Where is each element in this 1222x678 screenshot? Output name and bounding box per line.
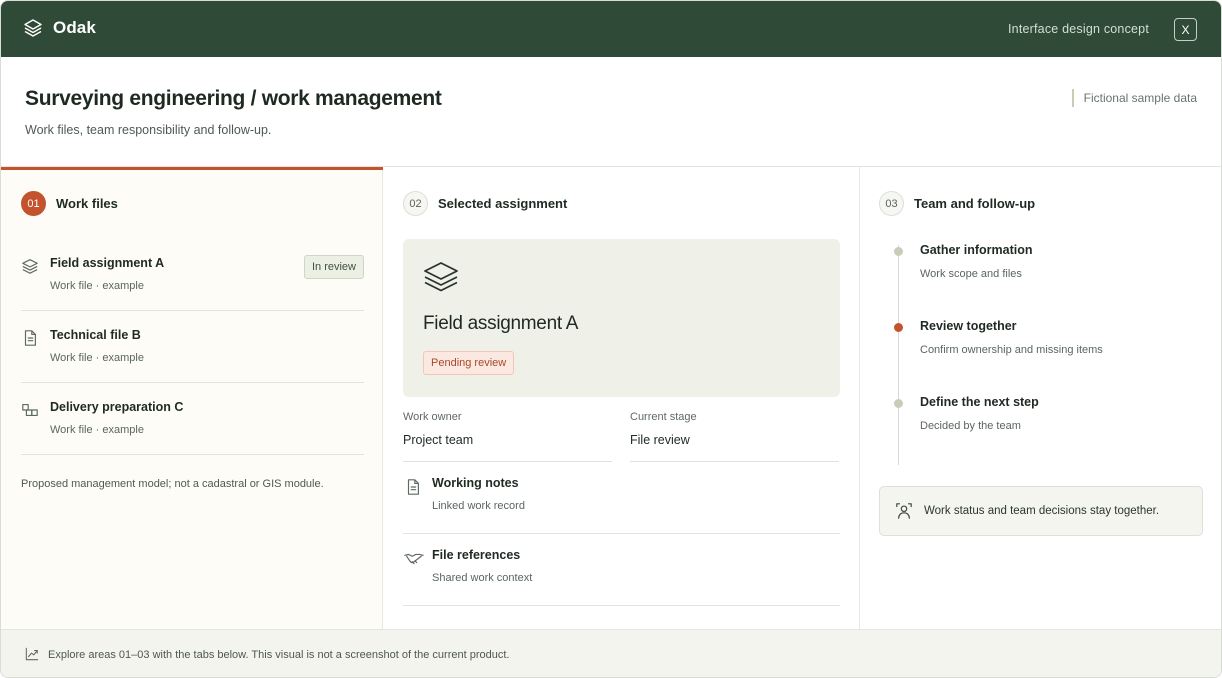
work-owner-field: Work owner Project team bbox=[403, 411, 612, 462]
work-file-subtitle: Work file · example bbox=[50, 280, 144, 292]
timeline-dot bbox=[894, 399, 903, 408]
work-file-name: Technical file B bbox=[50, 328, 141, 342]
linked-item[interactable]: Working notes Linked work record bbox=[403, 462, 840, 534]
work-file-subtitle: Work file · example bbox=[50, 352, 144, 364]
document-icon bbox=[404, 478, 422, 496]
work-file-subtitle: Work file · example bbox=[50, 424, 144, 436]
step-number-02: 02 bbox=[403, 191, 428, 216]
linked-item-name: File references bbox=[432, 548, 521, 562]
brand: Odak bbox=[23, 18, 96, 38]
page-subtitle: Work files, team responsibility and foll… bbox=[25, 123, 272, 137]
current-stage-label: Current stage bbox=[630, 411, 697, 423]
selected-assignment-panel: 02 Selected assignment Field assignment … bbox=[383, 167, 860, 629]
trend-chart-icon bbox=[25, 647, 39, 661]
team-followup-title: Team and follow-up bbox=[914, 196, 1036, 211]
close-button[interactable]: X bbox=[1174, 18, 1197, 41]
step-number-03: 03 bbox=[879, 191, 904, 216]
linked-item-name: Working notes bbox=[432, 476, 519, 490]
timeline-line bbox=[898, 245, 899, 465]
assignment-name: Field assignment A bbox=[423, 313, 579, 334]
timeline-step-title: Review together bbox=[920, 319, 1017, 333]
document-icon bbox=[21, 329, 39, 347]
work-file-item[interactable]: Technical file B Work file · example bbox=[21, 311, 364, 383]
work-owner-label: Work owner bbox=[403, 411, 462, 423]
sample-data-note: Fictional sample data bbox=[1071, 89, 1197, 107]
linked-item-subtitle: Linked work record bbox=[432, 500, 525, 512]
footer-bar: Explore areas 01–03 with the tabs below.… bbox=[1, 629, 1221, 677]
layers-icon bbox=[21, 257, 39, 275]
linked-item[interactable]: File references Shared work context bbox=[403, 534, 840, 606]
page-title: Surveying engineering / work management bbox=[25, 87, 442, 110]
team-status-text: Work status and team decisions stay toge… bbox=[924, 505, 1160, 517]
app-window: Odak Interface design concept X Surveyin… bbox=[0, 0, 1222, 678]
work-files-panel: 01 Work files Field assignment A Work fi… bbox=[1, 167, 383, 629]
linked-item-subtitle: Shared work context bbox=[432, 572, 533, 584]
status-badge: In review bbox=[303, 255, 364, 279]
layers-icon bbox=[23, 18, 43, 38]
work-owner-value: Project team bbox=[403, 433, 474, 447]
active-panel-indicator bbox=[1, 167, 383, 170]
work-file-item[interactable]: Delivery preparation C Work file · examp… bbox=[21, 383, 364, 455]
layers-icon bbox=[423, 261, 459, 293]
status-badge: Pending review bbox=[423, 351, 515, 375]
selected-assignment-header[interactable]: 02 Selected assignment bbox=[403, 191, 567, 216]
timeline-step-title: Gather information bbox=[920, 243, 1033, 257]
work-files-header[interactable]: 01 Work files bbox=[21, 191, 118, 216]
current-stage-value: File review bbox=[630, 433, 690, 447]
concept-label: Interface design concept bbox=[1008, 22, 1149, 36]
current-stage-field: Current stage File review bbox=[630, 411, 839, 462]
page-header: Surveying engineering / work management … bbox=[1, 57, 1221, 167]
team-followup-panel: 03 Team and follow-up Gather information… bbox=[860, 167, 1221, 629]
step-number-01: 01 bbox=[21, 191, 46, 216]
timeline-step-subtitle: Decided by the team bbox=[920, 420, 1021, 432]
work-file-name: Delivery preparation C bbox=[50, 400, 184, 414]
work-file-name: Field assignment A bbox=[50, 256, 165, 270]
assignment-card: Field assignment A Pending review bbox=[403, 239, 840, 397]
team-status-box: Work status and team decisions stay toge… bbox=[879, 486, 1203, 536]
selected-assignment-title: Selected assignment bbox=[438, 196, 568, 211]
footer-text: Explore areas 01–03 with the tabs below.… bbox=[48, 649, 510, 661]
timeline-step-subtitle: Confirm ownership and missing items bbox=[920, 344, 1103, 356]
model-note: Proposed management model; not a cadastr… bbox=[21, 478, 324, 490]
work-files-title: Work files bbox=[56, 196, 118, 211]
handshake-icon bbox=[404, 550, 424, 568]
blocks-icon bbox=[21, 401, 39, 419]
team-followup-header[interactable]: 03 Team and follow-up bbox=[879, 191, 1035, 216]
timeline-step-subtitle: Work scope and files bbox=[920, 268, 1022, 280]
work-file-item[interactable]: Field assignment A Work file · example I… bbox=[21, 239, 364, 311]
user-focus-icon bbox=[895, 502, 913, 520]
timeline-dot bbox=[894, 247, 903, 256]
timeline-step-title: Define the next step bbox=[920, 395, 1039, 409]
timeline-dot-active bbox=[894, 323, 903, 332]
brand-name: Odak bbox=[53, 18, 96, 37]
top-bar: Odak Interface design concept X bbox=[1, 1, 1221, 57]
